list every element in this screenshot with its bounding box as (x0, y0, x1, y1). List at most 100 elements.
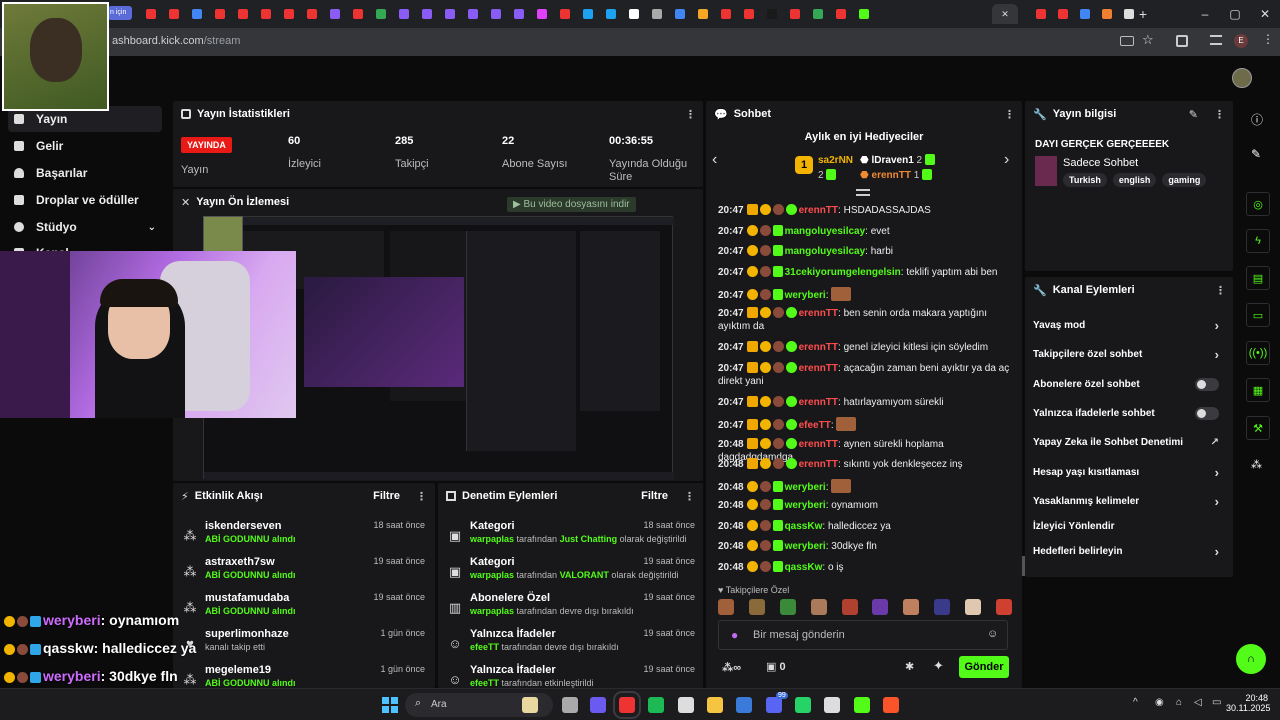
moderation-user[interactable]: warpaplas (470, 534, 514, 544)
emote-icon[interactable] (841, 599, 858, 615)
channel-action-4[interactable]: Yapay Zeka ile Sohbet Denetimi ↗ (1033, 431, 1219, 453)
browser-tab[interactable] (715, 4, 736, 24)
filter-button[interactable]: Filtre (641, 490, 668, 502)
chat-users-icon[interactable]: ⁂∞ (722, 661, 741, 674)
moderation-item[interactable]: ▣ Kategori warpaplas tarafından Just Chatt… (438, 520, 703, 556)
partial-tab-title[interactable]: n için (108, 6, 132, 20)
more-options-icon[interactable]: ⋮ (1214, 108, 1225, 121)
points-counter[interactable]: ▣ 0 (766, 660, 786, 673)
weather-icon[interactable] (522, 697, 538, 713)
toggle-switch[interactable] (1195, 406, 1219, 420)
channel-action-0[interactable]: Yavaş mod › (1033, 314, 1219, 336)
message-user[interactable]: erennTT (799, 459, 838, 470)
message-user[interactable]: erennTT (799, 439, 838, 450)
emote-icon[interactable] (995, 599, 1012, 615)
browser-tab[interactable] (301, 4, 322, 24)
browser-tab[interactable] (232, 4, 253, 24)
windows-start-icon[interactable] (382, 697, 398, 713)
activity-item[interactable]: ⁂ astraxeth7sw ABİ GODUNNU alındı 19 saat ö… (173, 556, 433, 592)
browser-tab[interactable] (853, 4, 874, 24)
tools-icon[interactable]: ⚒ (1246, 416, 1270, 440)
browser-menu-icon[interactable]: ⋮ (1262, 32, 1274, 46)
key-icon[interactable] (1120, 36, 1134, 46)
browser-tab-active[interactable]: ✕ (992, 4, 1018, 24)
sidebar-item-achievements[interactable]: Başarılar (8, 160, 162, 186)
task-view-icon[interactable] (562, 697, 578, 713)
microphone-tray-icon[interactable]: ◉ (1155, 697, 1164, 708)
chevron-right-icon[interactable]: › (1004, 151, 1009, 169)
minimize-icon[interactable]: – (1190, 0, 1220, 28)
lightning-icon[interactable]: ϟ (1246, 229, 1270, 253)
message-user[interactable]: erennTT (799, 397, 838, 408)
browser-tab[interactable] (140, 4, 161, 24)
close-icon[interactable]: ✕ (181, 196, 190, 209)
window-close-icon[interactable]: ✕ (1250, 0, 1280, 28)
browser-tab[interactable] (255, 4, 276, 24)
activity-item[interactable]: ⁂ iskenderseven ABİ GODUNNU alındı 18 saat … (173, 520, 433, 556)
browser-tab[interactable] (1030, 4, 1051, 24)
moderation-item[interactable]: ☺ Yalnızca İfadeler efeeTT tarafından etki… (438, 664, 703, 688)
emote-icon[interactable] (748, 599, 765, 615)
chat-message[interactable]: 20:48 weryberi: (718, 479, 1014, 494)
browser-tab[interactable] (807, 4, 828, 24)
gifter-row[interactable]: ⬣ lDraven1 2 (860, 154, 937, 166)
chat-icon[interactable]: ▭ (1246, 303, 1270, 327)
browser-tab[interactable] (738, 4, 759, 24)
browser-tab[interactable] (646, 4, 667, 24)
tray-chevron-icon[interactable]: ^ (1133, 697, 1138, 708)
browser-tab[interactable] (1096, 4, 1117, 24)
chat-message[interactable]: 20:48 weryberi: 30dkye fln (718, 540, 1014, 553)
brave-icon[interactable] (883, 697, 899, 713)
message-user[interactable]: erennTT (799, 342, 838, 353)
file-explorer-icon[interactable] (707, 697, 723, 713)
puzzle-icon[interactable]: ✦ (933, 658, 944, 674)
activity-item[interactable]: ⁂ megeleme19 ABİ GODUNNU alındı 1 gün önce (173, 664, 433, 688)
browser-tab[interactable] (209, 4, 230, 24)
volume-icon[interactable]: ◁ (1194, 697, 1202, 708)
chat-message[interactable]: 20:47 weryberi: (718, 287, 1014, 302)
more-options-icon[interactable]: ⋮ (684, 490, 695, 503)
chat-message[interactable]: 20:47 erennTT: ben senin orda makara yapt… (718, 307, 1014, 333)
download-video-button[interactable]: ▶ Bu video dosyasını indir (507, 197, 636, 212)
emote-icon[interactable] (872, 599, 889, 615)
filter-button[interactable]: Filtre (373, 490, 400, 502)
obs-icon[interactable] (824, 697, 840, 713)
info-icon[interactable]: ⓘ (1251, 111, 1263, 128)
chat-message[interactable]: 20:47 erennTT: açacağın zaman beni ayıktı… (718, 362, 1014, 388)
moderation-user[interactable]: warpaplas (470, 570, 514, 580)
browser-tab[interactable] (600, 4, 621, 24)
message-user[interactable]: weryberi (785, 500, 826, 511)
more-options-icon[interactable]: ⋮ (416, 490, 427, 503)
address-bar[interactable]: ashboard.kick.com/stream ☆ E ⋮ (0, 28, 1280, 56)
channel-action-8[interactable]: Hedefleri belirleyin › (1033, 540, 1219, 562)
chat-message[interactable]: 20:48 qassKw: hallediccez ya (718, 520, 1014, 533)
bookmark-star-icon[interactable]: ☆ (1142, 32, 1154, 48)
channel-action-6[interactable]: Yasaklanmış kelimeler › (1033, 490, 1219, 512)
channel-action-5[interactable]: Hesap yaşı kısıtlaması › (1033, 461, 1219, 483)
layout-icon[interactable]: ▦ (1246, 378, 1270, 402)
copilot-icon[interactable] (590, 697, 606, 713)
microphone-icon[interactable]: ● (731, 628, 738, 642)
moderation-item[interactable]: ☺ Yalnızca İfadeler efeeTT tarafından devr… (438, 628, 703, 664)
browser-tab[interactable] (485, 4, 506, 24)
channel-action-7[interactable]: İzleyici Yönlendir (1033, 515, 1219, 537)
edit-icon[interactable]: ✎ (1189, 108, 1198, 121)
sidebar-item-drops[interactable]: Droplar ve ödüller (8, 187, 162, 213)
chat-message[interactable]: 20:47 erennTT: genel izleyici kitlesi içi… (718, 341, 1014, 354)
browser-tab[interactable] (554, 4, 575, 24)
emote-icon[interactable] (903, 599, 920, 615)
message-user[interactable]: mangoluyesilcay (785, 246, 866, 257)
browser-tab[interactable] (347, 4, 368, 24)
sidebar-item-revenue[interactable]: Gelir (8, 133, 162, 159)
chat-message[interactable]: 20:47 erennTT: hatırlayamıyom sürekli (718, 396, 1014, 409)
browser-tab[interactable] (1052, 4, 1073, 24)
chat-message[interactable]: 20:47 31cekiyorumgelengelsin: teklifi yap… (718, 266, 1014, 279)
browser-tab[interactable] (761, 4, 782, 24)
channel-action-3[interactable]: Yalnızca ifadelerle sohbet (1033, 402, 1219, 424)
network-app-icon[interactable] (736, 697, 752, 713)
network-icon[interactable]: ⌂ (1176, 697, 1182, 708)
browser-tab[interactable] (577, 4, 598, 24)
message-user[interactable]: weryberi (785, 290, 826, 301)
message-user[interactable]: qassKw (785, 562, 823, 573)
toggle-switch[interactable] (1195, 377, 1219, 391)
